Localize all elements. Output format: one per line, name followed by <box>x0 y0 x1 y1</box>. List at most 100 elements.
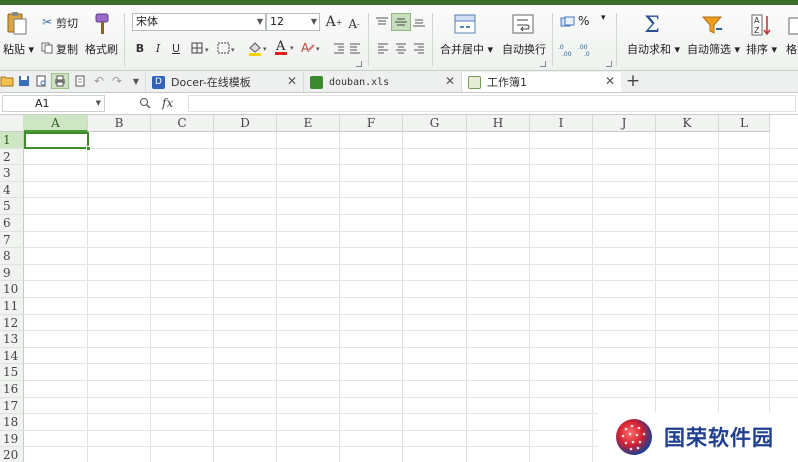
merge-center-button[interactable]: 合并居中 ▾ <box>440 41 493 57</box>
row-header-10[interactable]: 10 <box>0 281 24 298</box>
column-header-f[interactable]: F <box>340 115 403 132</box>
column-header-a[interactable]: A <box>24 115 88 132</box>
row-header-6[interactable]: 6 <box>0 215 24 232</box>
font-color-icon[interactable]: A ▾ <box>274 38 298 56</box>
column-header-h[interactable]: H <box>467 115 530 132</box>
save-icon[interactable] <box>17 74 31 88</box>
name-box[interactable]: A1 ▼ <box>2 95 105 112</box>
row-header-1[interactable]: 1 <box>0 132 24 149</box>
column-header-e[interactable]: E <box>277 115 340 132</box>
decrease-decimal-icon[interactable]: .00.0 <box>578 43 596 57</box>
open-folder-icon[interactable] <box>0 74 14 88</box>
wrap-text-button[interactable]: 自动换行 <box>502 41 546 57</box>
increase-decimal-icon[interactable]: .0.00 <box>558 43 576 57</box>
column-header-c[interactable]: C <box>151 115 214 132</box>
print-icon[interactable] <box>51 73 69 89</box>
underline-button[interactable]: U <box>169 40 183 56</box>
shrink-font-button[interactable]: A- <box>346 15 362 33</box>
redo-icon[interactable]: ↷ <box>110 74 124 88</box>
indent-increase-icon[interactable] <box>348 41 362 55</box>
filter-icon[interactable] <box>700 13 724 37</box>
select-all-corner[interactable] <box>0 115 24 132</box>
italic-button[interactable]: I <box>151 40 165 56</box>
font-dialog-launcher[interactable] <box>356 61 362 67</box>
grow-font-button[interactable]: A + <box>326 13 343 31</box>
close-icon[interactable]: ✕ <box>445 74 455 88</box>
close-icon[interactable]: ✕ <box>605 74 615 88</box>
row-header-13[interactable]: 13 <box>0 331 24 348</box>
tab-workbook1[interactable]: 工作簿1 ✕ <box>461 72 621 92</box>
row-header-9[interactable]: 9 <box>0 264 24 282</box>
align-right-icon[interactable] <box>412 41 426 55</box>
format-painter-button[interactable]: 格式刷 <box>85 41 118 57</box>
new-tab-button[interactable]: + <box>624 71 642 91</box>
sort-icon[interactable]: AZ <box>750 13 774 37</box>
fill-handle[interactable] <box>86 146 91 151</box>
autofilter-button[interactable]: 自动筛选 ▾ <box>687 41 740 57</box>
paste-button[interactable]: 粘贴 ▾ <box>3 41 34 57</box>
wrap-text-icon[interactable] <box>512 13 534 35</box>
align-bottom-icon[interactable] <box>411 15 427 29</box>
font-size-select[interactable]: 12 ▼ <box>266 13 320 31</box>
page-preview-icon[interactable] <box>73 74 87 88</box>
column-header-l[interactable]: L <box>719 115 770 132</box>
align-middle-icon[interactable] <box>391 13 411 31</box>
close-icon[interactable]: ✕ <box>287 74 297 88</box>
formula-input[interactable] <box>188 95 796 112</box>
clear-format-icon[interactable]: A ▾ <box>300 39 324 57</box>
autosum-button[interactable]: 自动求和 ▾ <box>627 41 680 57</box>
tab-docer-templates[interactable]: D Docer-在线模板 ✕ <box>145 72 303 92</box>
currency-icon[interactable] <box>560 15 576 29</box>
row-header-2[interactable]: 2 <box>0 148 24 166</box>
sort-button[interactable]: 排序 ▾ <box>746 41 777 57</box>
align-top-icon[interactable] <box>374 15 390 29</box>
column-header-g[interactable]: G <box>403 115 467 132</box>
row-header-12[interactable]: 12 <box>0 314 24 332</box>
copy-button[interactable]: 复制 <box>56 41 78 57</box>
row-header-18[interactable]: 18 <box>0 414 24 431</box>
indent-decrease-icon[interactable] <box>332 41 346 55</box>
tab-douban-xls[interactable]: douban.xls ✕ <box>303 72 461 92</box>
zoom-icon[interactable] <box>138 96 152 110</box>
format-painter-icon[interactable] <box>92 11 112 37</box>
row-header-5[interactable]: 5 <box>0 198 24 215</box>
number-more-button[interactable]: ▾ <box>601 13 606 23</box>
print-preview-icon[interactable] <box>34 74 48 88</box>
row-header-16[interactable]: 16 <box>0 381 24 398</box>
sigma-icon[interactable]: Σ <box>640 13 664 38</box>
percent-button[interactable]: % <box>578 14 589 28</box>
column-header-i[interactable]: I <box>530 115 593 132</box>
font-name-select[interactable]: 宋体 ▼ <box>132 13 266 31</box>
row-header-8[interactable]: 8 <box>0 248 24 265</box>
fill-color-icon[interactable]: ▾ <box>246 39 272 57</box>
row-header-14[interactable]: 14 <box>0 347 24 365</box>
insert-function-button[interactable]: fx <box>162 96 173 110</box>
row-header-20[interactable]: 20 <box>0 447 24 462</box>
row-header-4[interactable]: 4 <box>0 181 24 199</box>
align-center-icon[interactable] <box>394 41 408 55</box>
merge-center-icon[interactable] <box>454 13 476 35</box>
format-icon[interactable] <box>788 17 798 35</box>
alignment-dialog-launcher[interactable] <box>540 61 546 67</box>
align-left-icon[interactable] <box>376 41 390 55</box>
row-header-3[interactable]: 3 <box>0 165 24 182</box>
active-cell[interactable] <box>24 132 89 149</box>
column-header-d[interactable]: D <box>214 115 277 132</box>
row-header-7[interactable]: 7 <box>0 231 24 249</box>
paste-icon[interactable] <box>4 9 30 37</box>
column-header-k[interactable]: K <box>656 115 719 132</box>
format-button[interactable]: 格式 <box>786 41 798 57</box>
column-header-b[interactable]: B <box>88 115 151 132</box>
row-header-17[interactable]: 17 <box>0 397 24 415</box>
row-header-15[interactable]: 15 <box>0 364 24 381</box>
customize-toolbar-icon[interactable]: ▼ <box>130 74 142 88</box>
row-header-11[interactable]: 11 <box>0 298 24 315</box>
number-dialog-launcher[interactable] <box>606 61 612 67</box>
fill-pattern-icon[interactable]: ▾ <box>216 40 240 56</box>
undo-icon[interactable]: ↶ <box>92 74 106 88</box>
bold-button[interactable]: B <box>133 40 147 56</box>
borders-icon[interactable]: ▾ <box>190 40 214 56</box>
row-header-19[interactable]: 19 <box>0 430 24 448</box>
copy-icon[interactable] <box>40 41 54 55</box>
column-header-j[interactable]: J <box>593 115 656 132</box>
